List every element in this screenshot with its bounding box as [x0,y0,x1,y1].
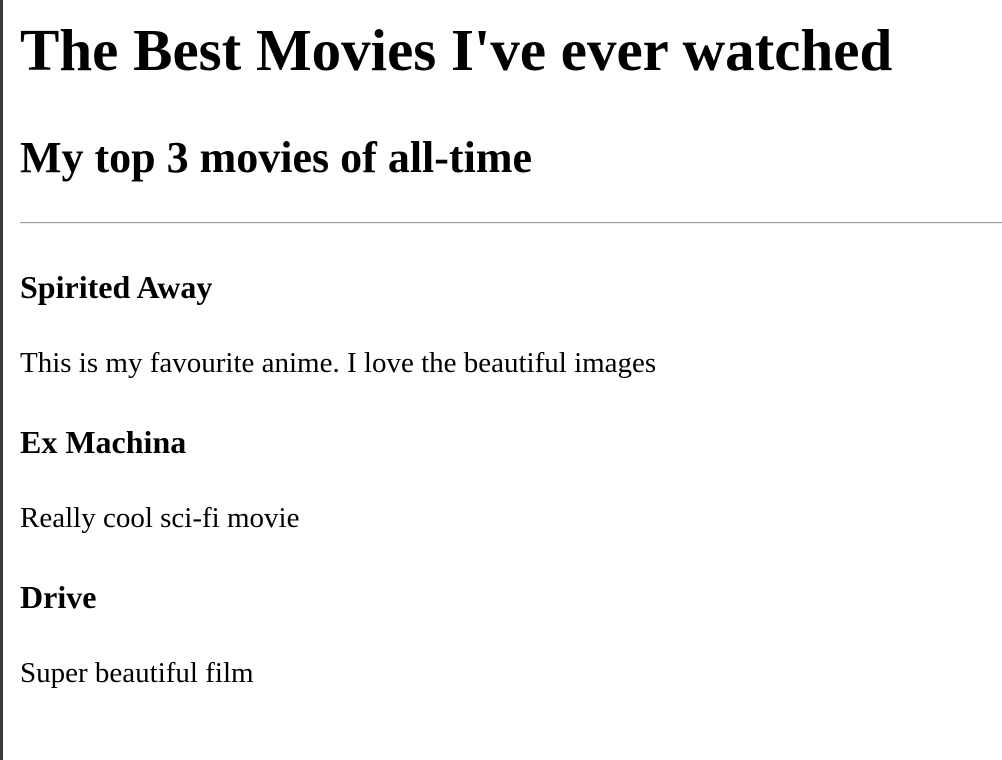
movie-description: Super beautiful film [20,657,254,689]
page-title: The Best Movies I've ever watched [20,17,893,83]
horizontal-divider [20,222,1002,224]
movie-description: Really cool sci-fi movie [20,502,300,534]
movie-title: Ex Machina [20,424,187,460]
page-subtitle: My top 3 movies of all-time [20,133,532,182]
movie-item-spirited-away: Spirited Away This is my favourite anime… [20,267,1002,379]
movie-item-drive: Drive Super beautiful film [20,577,1002,689]
movie-item-ex-machina: Ex Machina Really cool sci-fi movie [20,422,1002,534]
movie-title: Spirited Away [20,269,213,305]
movie-description: This is my favourite anime. I love the b… [20,347,657,379]
window-left-border [0,0,3,760]
movie-title: Drive [20,579,97,615]
